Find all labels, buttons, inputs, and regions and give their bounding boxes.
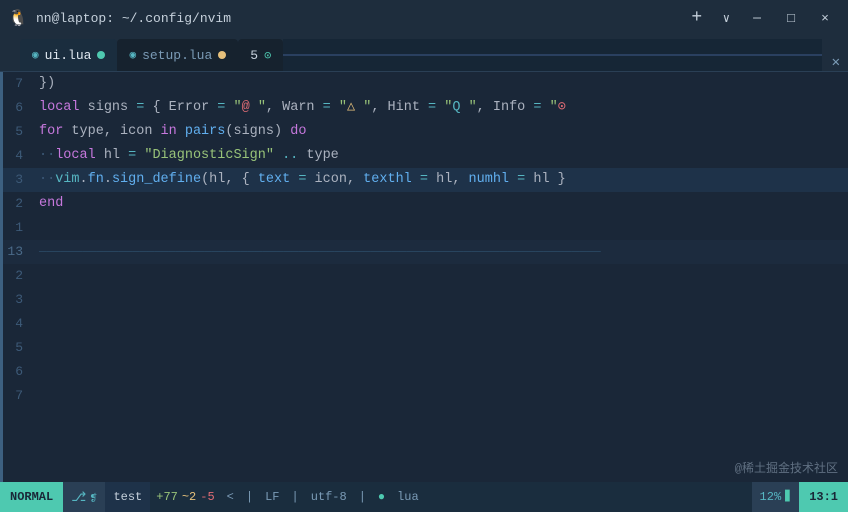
minimize-button[interactable]: ─ xyxy=(742,6,772,30)
status-sep2: | xyxy=(240,482,259,512)
branch-section: test xyxy=(105,482,150,512)
position-label: 13:1 xyxy=(809,490,838,504)
line-content: for type, icon in pairs(signs) do xyxy=(31,120,848,144)
diff-section: +77 ~2 -5 xyxy=(150,482,220,512)
line-content: ··local hl = "DiagnosticSign" .. type xyxy=(31,144,848,168)
line-number: 5 xyxy=(3,120,31,144)
code-line-1: 1 xyxy=(3,216,848,240)
line-number: 2 xyxy=(3,192,31,216)
percent-label: 12% xyxy=(760,490,782,504)
code-area[interactable]: 7 }) 6 local signs = { Error = "@ ", War… xyxy=(3,72,848,482)
branch-name: test xyxy=(113,490,142,504)
file-encoding: utf-8 xyxy=(305,482,353,512)
cursor-position: 13:1 xyxy=(799,482,848,512)
lua-file-icon-2: ◉ xyxy=(129,48,136,62)
code-line-5: 5 for type, icon in pairs(signs) do xyxy=(3,120,848,144)
line-number: 7 xyxy=(3,384,31,408)
line-number: 3 xyxy=(3,168,31,192)
tab-modified-dot xyxy=(97,51,105,59)
diff-change: ~2 xyxy=(182,490,196,504)
line-content: }) xyxy=(31,72,848,96)
code-line-e6: 6 xyxy=(3,360,848,384)
line-number: 7 xyxy=(3,72,31,96)
mode-label: NORMAL xyxy=(10,490,53,504)
line-content: ··vim.fn.sign_define(hl, { text = icon, … xyxy=(31,168,848,192)
tab-dropdown-button[interactable]: ∨ xyxy=(719,9,734,28)
window-title: nn@laptop: ~/.config/nvim xyxy=(36,11,675,26)
git-icon: ⎇ xyxy=(71,490,86,505)
code-line-13: 13 ─────────────────────────────────────… xyxy=(3,240,848,264)
diff-add: +77 xyxy=(156,490,178,504)
git-section: ⎇ ❡ xyxy=(63,482,105,512)
tab-arrow-icon: ⊙ xyxy=(264,48,271,63)
code-line-e2: 2 xyxy=(3,264,848,288)
line-number: 3 xyxy=(3,288,31,312)
terminal-icon: 🐧 xyxy=(8,8,28,28)
tab-ui-lua[interactable]: ◉ ui.lua xyxy=(20,39,117,71)
line-number: 5 xyxy=(3,336,31,360)
maximize-button[interactable]: □ xyxy=(776,6,806,30)
title-bar: 🐧 nn@laptop: ~/.config/nvim + ∨ ─ □ × xyxy=(0,0,848,36)
diff-del: -5 xyxy=(200,490,214,504)
status-sep3: | xyxy=(285,482,304,512)
tab-bar: ◉ ui.lua ◉ setup.lua 5 ⊙ ✕ xyxy=(0,36,848,72)
line-number: 4 xyxy=(3,144,31,168)
code-line-4: 4 ··local hl = "DiagnosticSign" .. type xyxy=(3,144,848,168)
code-line-7: 7 }) xyxy=(3,72,848,96)
status-sep4: | xyxy=(353,482,372,512)
tab-setup-lua-label: setup.lua xyxy=(142,48,212,63)
tab-bar-close[interactable]: ✕ xyxy=(824,54,848,71)
filetype-label: lua xyxy=(391,482,425,512)
tab-count: 5 xyxy=(250,48,258,63)
line-content: end xyxy=(31,192,848,216)
lua-file-icon: ◉ xyxy=(32,48,39,62)
line-ending: LF xyxy=(259,482,285,512)
line-content: local signs = { Error = "@ ", Warn = "△ … xyxy=(31,96,848,120)
code-line-e3: 3 xyxy=(3,288,848,312)
code-line-e7: 7 xyxy=(3,384,848,408)
percent-icon: ▊ xyxy=(785,491,791,503)
code-line-e5: 5 xyxy=(3,336,848,360)
new-tab-button[interactable]: + xyxy=(683,4,711,32)
tab-modified-dot-2 xyxy=(218,51,226,59)
line-number: 6 xyxy=(3,360,31,384)
branch-icon: ❡ xyxy=(90,490,97,505)
editor-area: 7 }) 6 local signs = { Error = "@ ", War… xyxy=(0,72,848,482)
line-number: 6 xyxy=(3,96,31,120)
status-bar: NORMAL ⎇ ❡ test +77 ~2 -5 < | LF | utf-8… xyxy=(0,482,848,512)
window-controls: ─ □ × xyxy=(742,6,840,30)
vim-mode-indicator: NORMAL xyxy=(0,482,63,512)
tab-setup-lua[interactable]: ◉ setup.lua xyxy=(117,39,238,71)
tab-overflow-bar xyxy=(283,54,821,56)
line-content: ────────────────────────────────────────… xyxy=(31,240,848,265)
tab-overflow-area xyxy=(283,39,821,71)
line-number: 1 xyxy=(3,216,31,240)
status-arrow: < xyxy=(221,482,240,512)
code-line-6: 6 local signs = { Error = "@ ", Warn = "… xyxy=(3,96,848,120)
line-number: 4 xyxy=(3,312,31,336)
code-line-3: 3 ··vim.fn.sign_define(hl, { text = icon… xyxy=(3,168,848,192)
code-line-e4: 4 xyxy=(3,312,848,336)
code-line-2: 2 end xyxy=(3,192,848,216)
tab-ui-lua-label: ui.lua xyxy=(45,48,92,63)
line-number: 13 xyxy=(3,240,31,264)
close-button[interactable]: × xyxy=(810,6,840,30)
scroll-percent: 12% ▊ xyxy=(752,482,800,512)
line-number: 2 xyxy=(3,264,31,288)
tab-more[interactable]: 5 ⊙ xyxy=(238,39,283,71)
status-middle: < | LF | utf-8 | ● lua xyxy=(221,482,752,512)
filetype-icon: ● xyxy=(372,482,391,512)
